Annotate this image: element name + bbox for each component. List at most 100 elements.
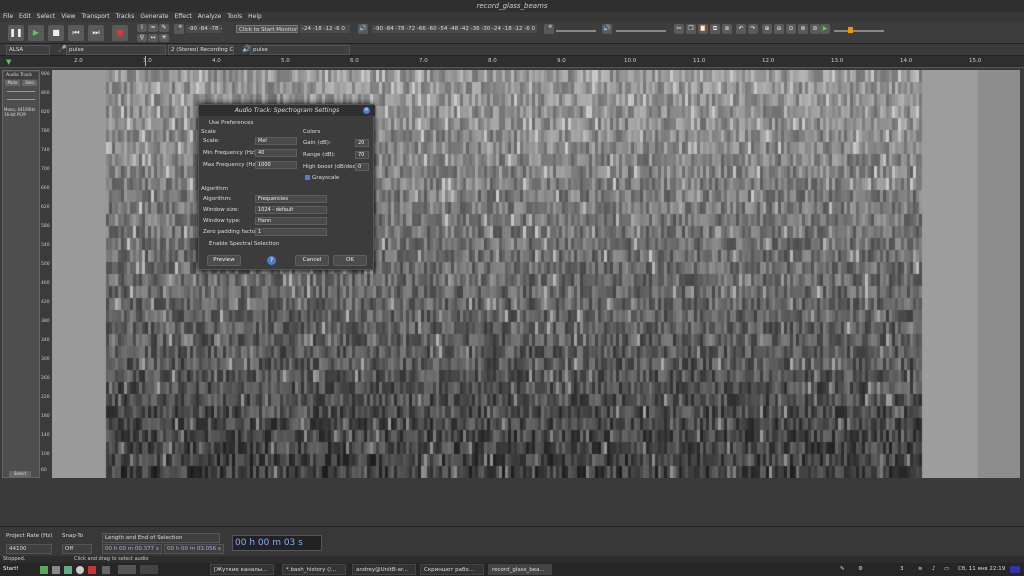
preview-button[interactable]: Preview bbox=[207, 255, 241, 266]
multi-tool-icon[interactable]: ✳ bbox=[159, 34, 169, 42]
play-at-speed-icon[interactable]: ▶ bbox=[820, 24, 830, 34]
copy-icon[interactable]: ❐ bbox=[686, 24, 696, 34]
grayscale-checkbox[interactable] bbox=[305, 175, 310, 180]
zero-padding-select[interactable]: 1 bbox=[255, 228, 327, 236]
menu-transport[interactable]: Transport bbox=[81, 12, 109, 22]
start-menu-button[interactable]: Start! bbox=[3, 563, 19, 576]
max-frequency-input[interactable]: 1000 bbox=[255, 161, 297, 169]
trim-icon[interactable]: ⧉ bbox=[710, 24, 720, 34]
skip-end-button[interactable]: ⏭ bbox=[88, 25, 104, 41]
play-speed-thumb[interactable] bbox=[848, 27, 853, 33]
timeshift-tool-icon[interactable]: ↔ bbox=[148, 34, 158, 42]
project-rate-select[interactable]: 44100 bbox=[6, 544, 52, 554]
zoom-out-icon[interactable]: ⊖ bbox=[774, 24, 784, 34]
paste-icon[interactable]: 📋 bbox=[698, 24, 708, 34]
volume-icon[interactable]: ♪ bbox=[932, 563, 936, 576]
min-frequency-input[interactable]: 40 bbox=[255, 149, 297, 157]
zoom-tool-icon[interactable]: ⚲ bbox=[137, 34, 147, 42]
skip-start-button[interactable]: ⏮ bbox=[68, 25, 84, 41]
taskbar-task[interactable]: andrey@UnitB-ar... bbox=[352, 564, 416, 575]
mic-volume-icon: 🎤 bbox=[544, 24, 554, 34]
menu-view[interactable]: View bbox=[61, 12, 75, 22]
cancel-button[interactable]: Cancel bbox=[295, 255, 329, 266]
file-manager-icon[interactable] bbox=[52, 566, 60, 574]
use-preferences-checkbox[interactable]: Use Preferences bbox=[209, 120, 253, 126]
tray-icon[interactable]: ⚙ bbox=[858, 563, 863, 576]
undo-icon[interactable]: ↶ bbox=[736, 24, 746, 34]
redo-icon[interactable]: ↷ bbox=[748, 24, 758, 34]
window-size-select[interactable]: 1024 - default bbox=[255, 206, 327, 214]
help-icon[interactable]: ? bbox=[267, 256, 276, 265]
stop-button[interactable]: ■ bbox=[48, 25, 64, 41]
spectral-selection-checkbox[interactable]: Enable Spectral Selection bbox=[209, 241, 279, 247]
playhead-marker[interactable] bbox=[145, 56, 149, 66]
selection-end-time[interactable]: 00 h 00 m 03.056 s bbox=[164, 544, 224, 554]
taskbar-task[interactable]: record_glass_bea... bbox=[488, 564, 552, 575]
track-select-button[interactable]: Select bbox=[9, 471, 31, 477]
algorithm-section-label: Algorithm bbox=[201, 186, 228, 192]
algorithm-select[interactable]: Frequencies bbox=[255, 195, 327, 203]
snap-to-select[interactable]: Off bbox=[62, 544, 92, 554]
solo-button[interactable]: Solo bbox=[22, 80, 37, 86]
ok-button[interactable]: OK bbox=[333, 255, 367, 266]
taskbar-task[interactable]: *.bash_history (/... bbox=[282, 564, 346, 575]
taskbar-task[interactable]: [Жуткие каналы... bbox=[210, 564, 274, 575]
draw-tool-icon[interactable]: ✎ bbox=[159, 24, 169, 32]
zoom-toggle-icon[interactable]: ⊘ bbox=[810, 24, 820, 34]
app-icon[interactable] bbox=[88, 566, 96, 574]
cut-icon[interactable]: ✂ bbox=[674, 24, 684, 34]
track-name-button[interactable]: Audio Track bbox=[4, 72, 38, 79]
menu-tracks[interactable]: Tracks bbox=[116, 12, 135, 22]
menu-tools[interactable]: Tools bbox=[227, 12, 242, 22]
tray-icon[interactable]: ✎ bbox=[840, 563, 845, 576]
play-button[interactable]: ▶ bbox=[28, 25, 44, 41]
range-input[interactable]: 70 bbox=[355, 151, 369, 159]
workspace-1[interactable] bbox=[118, 565, 136, 574]
menu-file[interactable]: File bbox=[3, 12, 13, 22]
pause-button[interactable]: ❚❚ bbox=[8, 25, 24, 41]
us-flag-icon[interactable] bbox=[1010, 566, 1020, 573]
selection-start-time[interactable]: 00 h 00 m 00.377 s bbox=[102, 544, 162, 554]
fit-project-icon[interactable]: ⊚ bbox=[798, 24, 808, 34]
record-button[interactable]: ● bbox=[112, 25, 128, 41]
envelope-tool-icon[interactable]: ≈ bbox=[148, 24, 158, 32]
audio-host-select[interactable]: ALSA bbox=[6, 45, 50, 55]
high-boost-input[interactable]: 0 bbox=[355, 163, 369, 171]
playback-device-select[interactable]: pulse bbox=[250, 45, 350, 55]
silence-icon[interactable]: ⧈ bbox=[722, 24, 732, 34]
timeline-options-icon[interactable]: ▼ bbox=[6, 58, 11, 66]
menu-analyze[interactable]: Analyze bbox=[198, 12, 222, 22]
play-speed-slider[interactable] bbox=[834, 30, 884, 32]
recording-device-select[interactable]: pulse bbox=[66, 45, 166, 55]
pan-slider[interactable] bbox=[7, 99, 35, 100]
app-launcher-icon[interactable] bbox=[40, 566, 48, 574]
timeline-ruler[interactable]: ▼ 2.0 3.0 4.0 5.0 6.0 7.0 8.0 9.0 10.0 1… bbox=[0, 56, 1024, 68]
menu-help[interactable]: Help bbox=[248, 12, 262, 22]
chrome-icon[interactable] bbox=[76, 566, 84, 574]
selection-tool-icon[interactable]: I bbox=[137, 24, 147, 32]
menu-edit[interactable]: Edit bbox=[19, 12, 31, 22]
menu-effect[interactable]: Effect bbox=[174, 12, 191, 22]
gain-slider[interactable] bbox=[7, 91, 35, 92]
fit-selection-icon[interactable]: ⊙ bbox=[786, 24, 796, 34]
selection-mode-select[interactable]: Length and End of Selection bbox=[102, 533, 220, 543]
start-monitoring-button[interactable]: Click to Start Monitoring bbox=[236, 25, 298, 33]
mute-button[interactable]: Mute bbox=[5, 80, 20, 86]
window-type-select[interactable]: Hann bbox=[255, 217, 327, 225]
scale-select[interactable]: Mel bbox=[255, 137, 297, 145]
browser-icon[interactable] bbox=[64, 566, 72, 574]
gain-input[interactable]: 20 bbox=[355, 139, 369, 147]
zoom-in-icon[interactable]: ⊕ bbox=[762, 24, 772, 34]
wifi-icon[interactable]: ≋ bbox=[918, 563, 923, 576]
battery-icon[interactable]: ▭ bbox=[944, 563, 949, 576]
workspace-2[interactable] bbox=[140, 565, 158, 574]
playback-volume-slider[interactable] bbox=[616, 30, 666, 32]
record-volume-slider[interactable] bbox=[556, 30, 596, 32]
close-icon[interactable]: × bbox=[363, 107, 370, 114]
audio-position-time[interactable]: 00 h 00 m 03 s bbox=[232, 535, 322, 551]
menu-generate[interactable]: Generate bbox=[140, 12, 168, 22]
app-icon[interactable] bbox=[102, 566, 110, 574]
menu-select[interactable]: Select bbox=[37, 12, 56, 22]
taskbar-task[interactable]: Скриншот рабо... bbox=[420, 564, 484, 575]
recording-channels-select[interactable]: 2 (Stereo) Recording Channels bbox=[168, 45, 234, 55]
